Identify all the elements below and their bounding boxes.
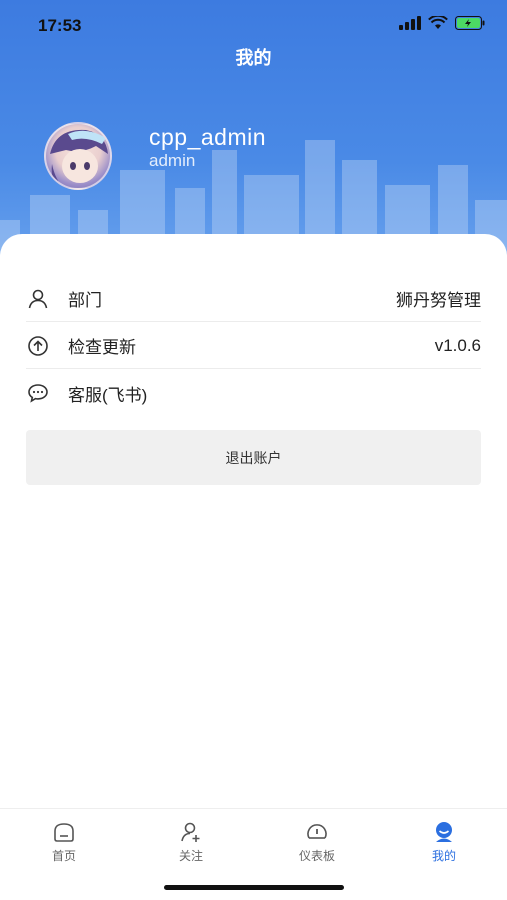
menu-value-department: 狮丹努管理 (396, 291, 481, 310)
tab-profile[interactable]: 我的 (404, 819, 484, 864)
menu-row-department[interactable]: 部门 狮丹努管理 (26, 276, 481, 322)
tab-dashboard-label: 仪表板 (298, 849, 335, 863)
tab-home[interactable]: 首页 (24, 819, 104, 864)
menu-value-version: v1.0.6 (434, 335, 481, 355)
signal-icon (399, 16, 421, 30)
tab-home-label: 首页 (51, 849, 76, 863)
follow-icon (151, 819, 231, 845)
page-title: 我的 (235, 48, 272, 68)
status-icons (399, 16, 485, 30)
user-icon (26, 287, 50, 311)
upload-icon (26, 334, 50, 358)
user-role: admin (149, 151, 196, 170)
user-name: cpp_admin (149, 124, 267, 150)
menu-label-customer-service: 客服(飞书) (68, 385, 148, 405)
home-indicator (164, 885, 344, 890)
logout-button[interactable]: 退出账户 (26, 430, 481, 485)
wifi-icon (428, 16, 448, 29)
tab-dashboard[interactable]: 仪表板 (277, 819, 357, 864)
menu-label-check-update: 检查更新 (68, 338, 136, 357)
profile-icon (404, 819, 484, 845)
status-time: 17:53 (38, 16, 82, 35)
tab-profile-label: 我的 (431, 849, 456, 863)
chat-icon (26, 381, 50, 405)
menu-row-check-update[interactable]: 检查更新 v1.0.6 (26, 323, 481, 369)
home-icon (24, 819, 104, 845)
status-bar: 17:53 (0, 0, 507, 50)
menu-label-department: 部门 (68, 291, 102, 310)
settings-card: 部门 狮丹努管理 检查更新 v1.0.6 客服(飞书) 退出账户 (0, 234, 507, 810)
battery-icon (455, 16, 485, 30)
tab-follow-label: 关注 (178, 849, 203, 863)
tab-follow[interactable]: 关注 (151, 819, 231, 864)
dashboard-icon (277, 819, 357, 845)
avatar[interactable] (44, 122, 112, 190)
menu-row-customer-service[interactable]: 客服(飞书) (26, 370, 481, 416)
